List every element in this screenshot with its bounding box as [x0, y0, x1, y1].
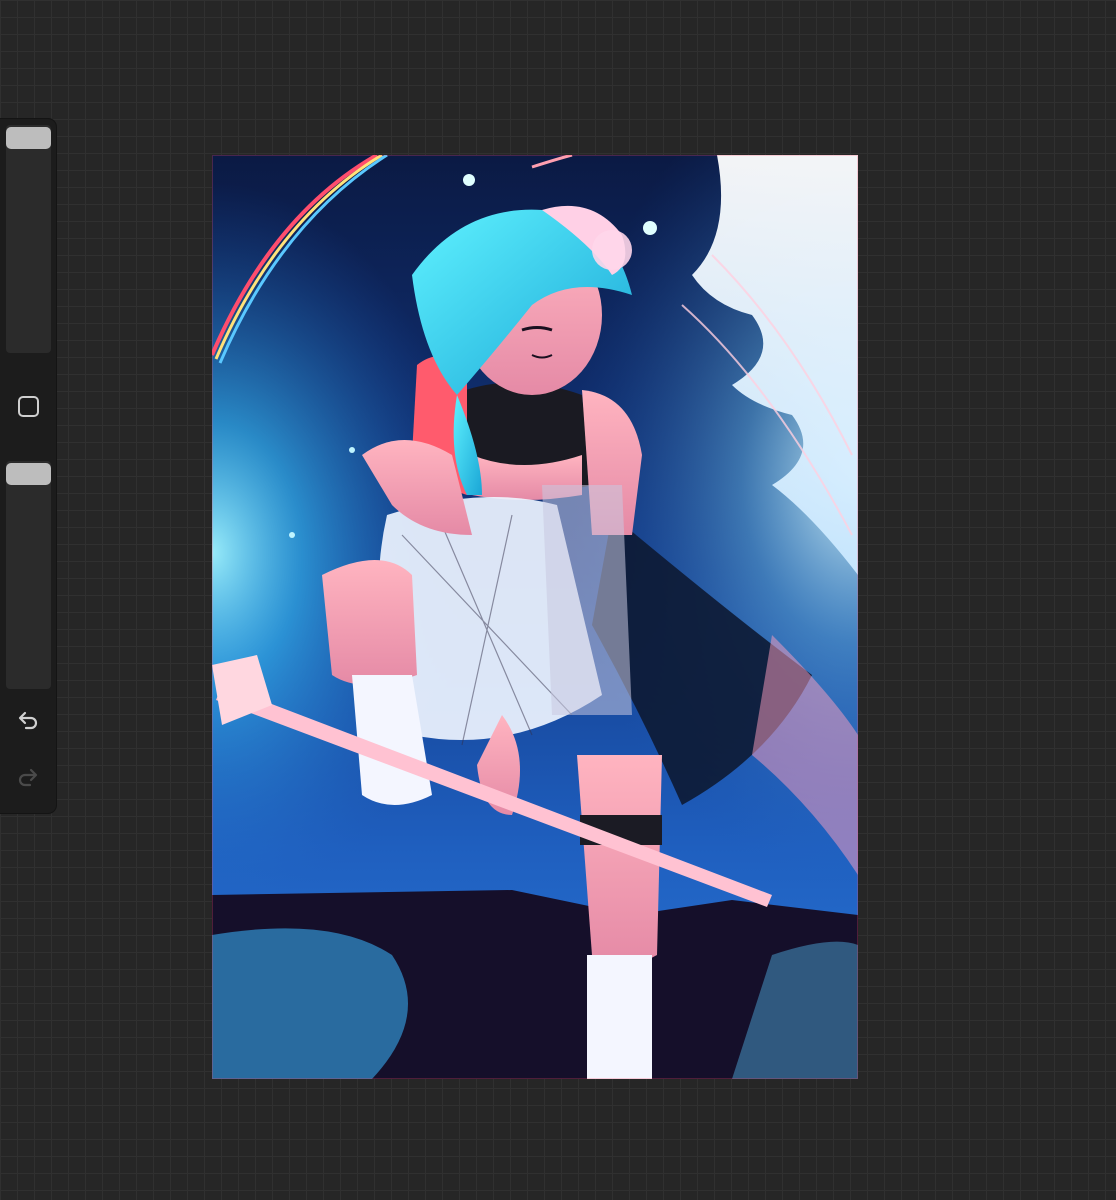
brush-opacity-slider-thumb[interactable] — [6, 463, 51, 485]
redo-icon — [18, 768, 38, 787]
brush-size-slider[interactable] — [6, 125, 51, 353]
artwork-illustration — [212, 155, 858, 1079]
redo-button[interactable] — [12, 764, 44, 792]
brush-opacity-slider[interactable] — [6, 461, 51, 689]
undo-button[interactable] — [12, 707, 44, 735]
square-modify-icon — [17, 395, 39, 417]
left-toolbar — [0, 119, 56, 813]
brush-size-slider-thumb[interactable] — [6, 127, 51, 149]
drawing-canvas[interactable] — [212, 155, 858, 1079]
undo-icon — [18, 711, 38, 730]
modify-button[interactable] — [14, 392, 42, 420]
